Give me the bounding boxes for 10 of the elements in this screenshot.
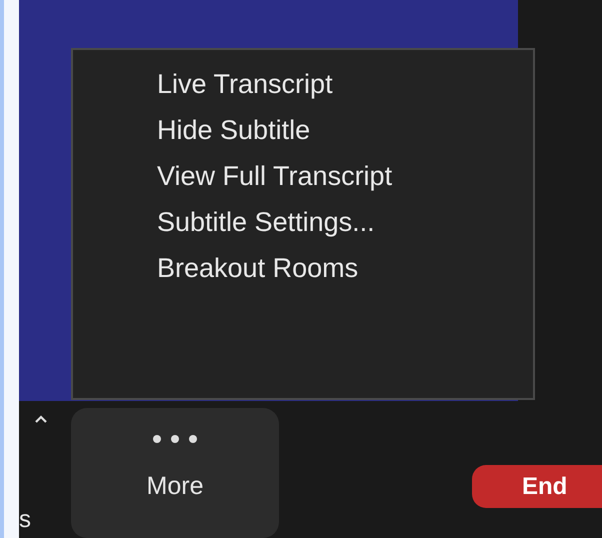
menu-item[interactable]: Live Transcript — [157, 66, 333, 102]
menu-item[interactable]: Breakout Rooms — [157, 250, 358, 286]
caret-up-icon[interactable] — [35, 415, 47, 423]
end-button[interactable]: End — [472, 465, 602, 508]
menu-item[interactable]: Subtitle Settings... — [157, 204, 375, 240]
menu-item[interactable]: View Full Transcript — [157, 158, 392, 194]
toolbar-label: s — [19, 508, 32, 532]
more-button[interactable]: More — [71, 408, 279, 538]
menu-item[interactable]: Hide Subtitle — [157, 112, 310, 148]
more-dots-icon — [152, 434, 198, 444]
